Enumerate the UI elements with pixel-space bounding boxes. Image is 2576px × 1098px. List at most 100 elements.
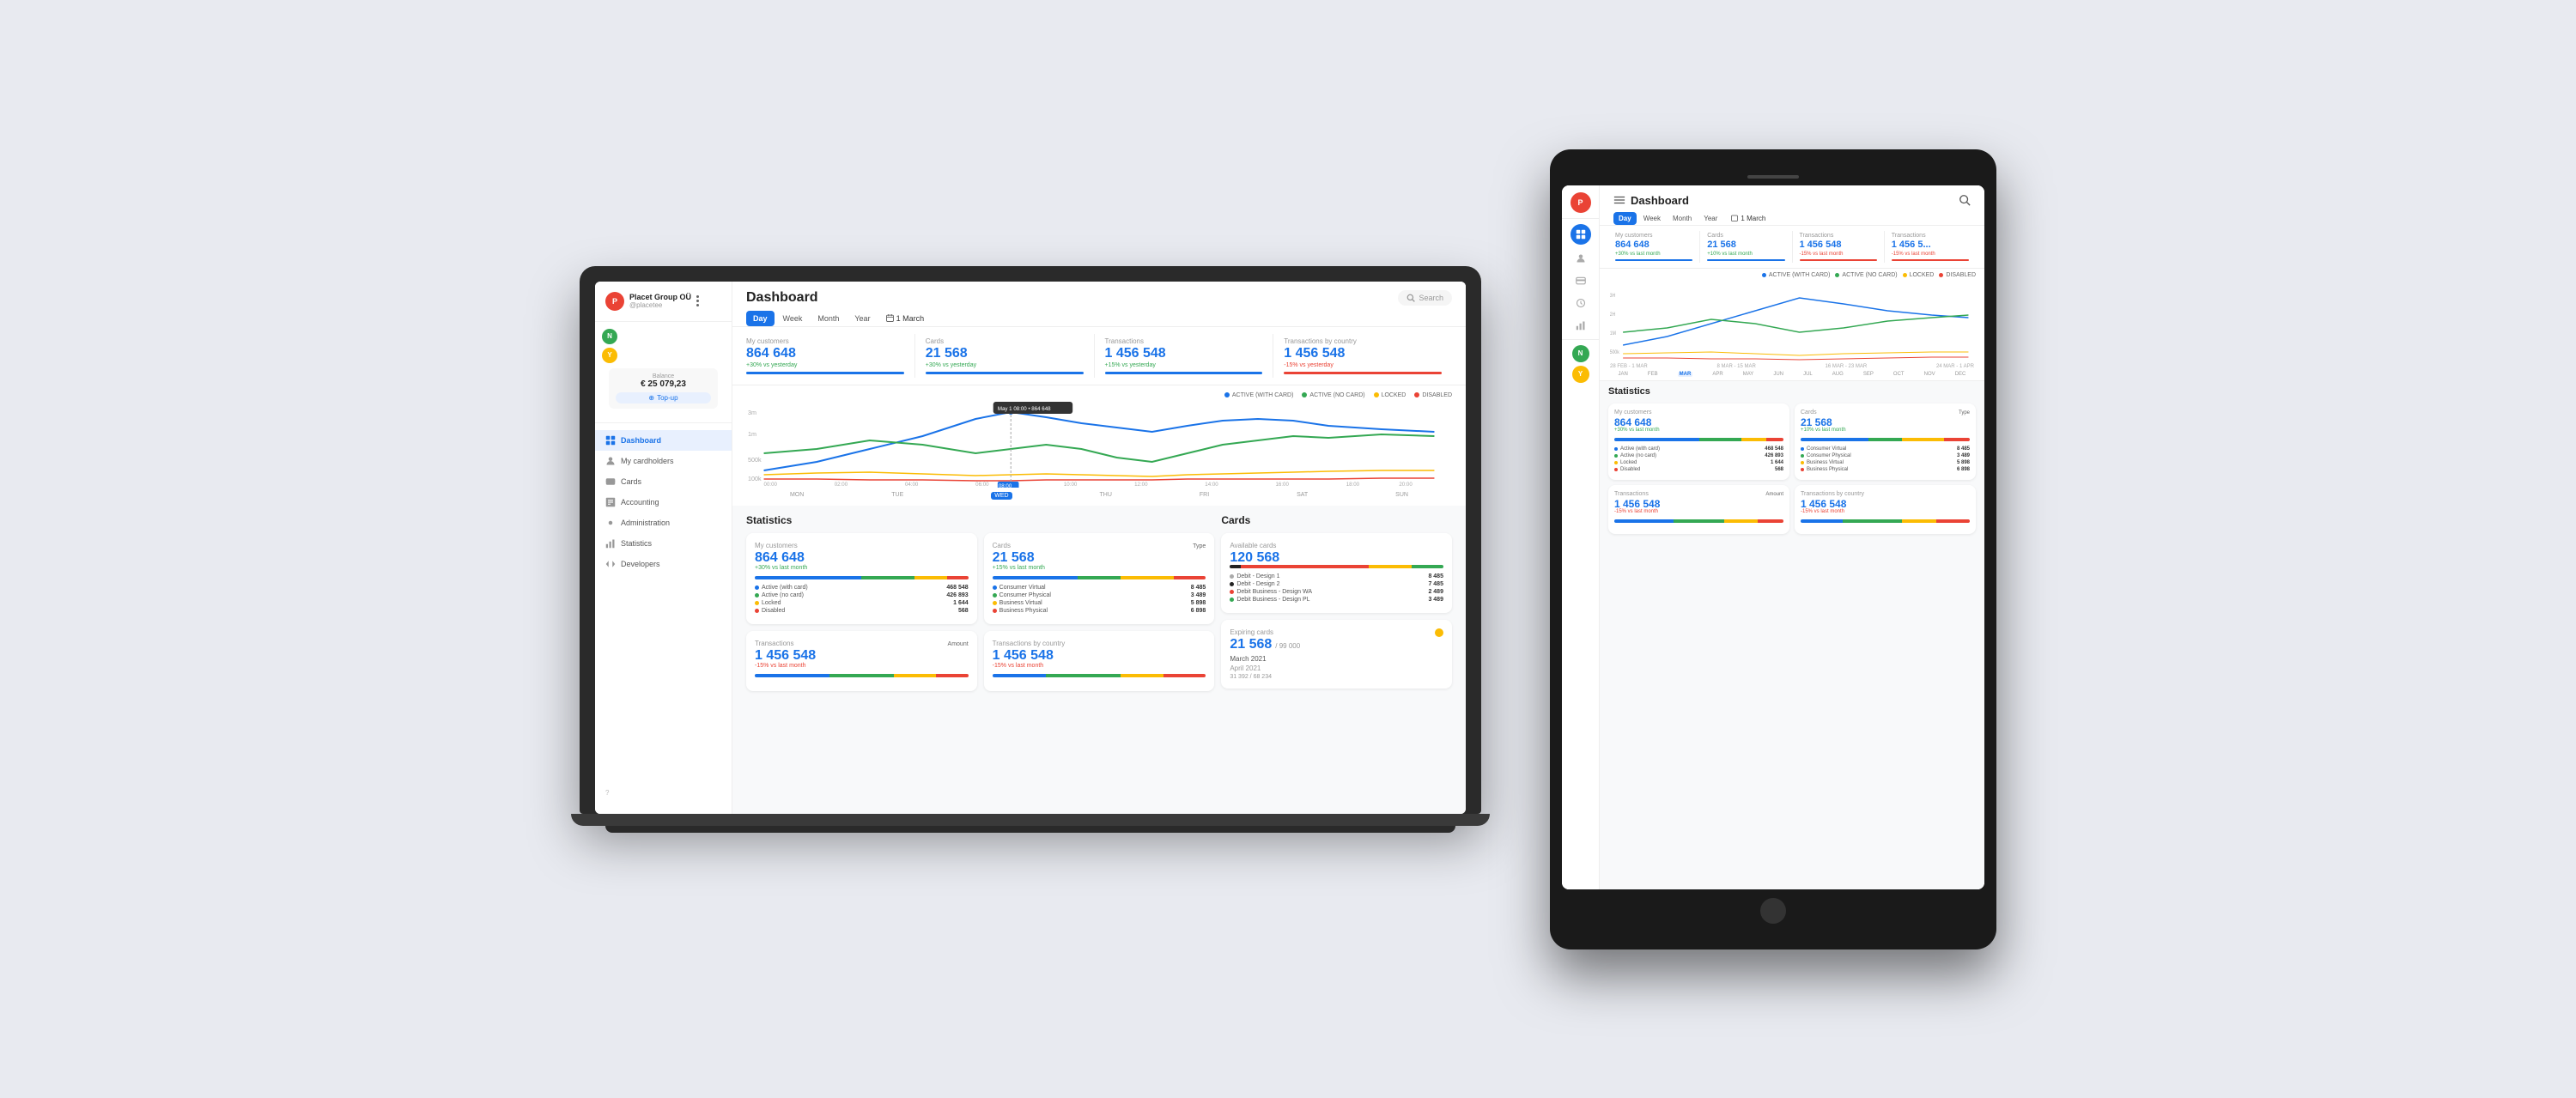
- tablet-chart-x-labels: 28 FEB - 1 MAR 8 MAR - 15 MAR 16 MAR - 2…: [1608, 364, 1976, 369]
- tablet-person-icon[interactable]: [1572, 250, 1589, 267]
- kpi-transactions: Transactions 1 456 548 +15% vs yesterday: [1095, 334, 1274, 378]
- svg-text:16:00: 16:00: [1276, 482, 1290, 488]
- tablet-apps-icon[interactable]: [1571, 224, 1591, 245]
- tablet-type-filter[interactable]: Type: [1951, 410, 1970, 416]
- tablet-chart-legend: ACTIVE (WITH CARD) ACTIVE (NO CARD) LOCK…: [1600, 269, 1984, 282]
- svg-text:00:00: 00:00: [764, 482, 778, 488]
- tablet-month-labels: JAN FEB MAR APR MAY JUN JUL AUG SEP OCT …: [1608, 372, 1976, 377]
- svg-text:20:00: 20:00: [1399, 482, 1413, 488]
- tablet-kpi-transactions: Transactions 1 456 548 -15% vs last mont…: [1793, 231, 1885, 263]
- tablet-tab-day[interactable]: Day: [1613, 212, 1637, 225]
- svg-text:May 1 08:00 • 864 648: May 1 08:00 • 864 648: [998, 406, 1051, 412]
- svg-text:500k: 500k: [748, 457, 762, 464]
- tablet-amount-filter[interactable]: Amount: [1758, 492, 1783, 498]
- tablet-sidebar: P: [1562, 185, 1600, 889]
- date-chip: 1 March: [886, 314, 925, 323]
- chart-legend: ACTIVE (WITH CARD) ACTIVE (NO CARD) LOCK…: [746, 392, 1452, 398]
- svg-text:12:00: 12:00: [1134, 482, 1148, 488]
- country-bar: [993, 674, 1206, 677]
- nav-accounting[interactable]: Accounting: [595, 492, 732, 513]
- svg-text:06:00: 06:00: [975, 482, 989, 488]
- customers-bar: [755, 576, 969, 579]
- tab-year[interactable]: Year: [848, 311, 877, 326]
- tablet-chart: 3H 2H 1M 500k 28 FEB - 1 MAR 8: [1600, 282, 1984, 381]
- svg-text:100k: 100k: [748, 476, 762, 482]
- nav-cards[interactable]: Cards: [595, 471, 732, 492]
- laptop-screen: P Placet Group OÜ @placetee N Y: [595, 282, 1466, 814]
- stat-transactions: Transactions Amount 1 456 548 -15% vs la…: [746, 631, 977, 691]
- stat-my-customers: My customers 864 648 +30% vs last month: [746, 533, 977, 624]
- help-link[interactable]: ?: [595, 782, 732, 804]
- tablet-page-title: Dashboard: [1631, 194, 1689, 207]
- svg-text:2H: 2H: [1610, 312, 1616, 317]
- company-handle: @placetee: [629, 301, 691, 309]
- svg-text:500k: 500k: [1610, 349, 1619, 355]
- tablet-card-icon[interactable]: [1572, 272, 1589, 289]
- page-title: Dashboard: [746, 290, 818, 306]
- svg-text:04:00: 04:00: [905, 482, 919, 488]
- tablet-chart-svg: 3H 2H 1M 500k: [1608, 285, 1976, 362]
- nav-administration[interactable]: Administration: [595, 513, 732, 533]
- avatar-n: N: [602, 329, 617, 344]
- available-cards-bar: [1230, 565, 1443, 568]
- chart-day-labels: MON TUE WED THU FRI SAT SUN: [746, 490, 1452, 501]
- svg-text:02:00: 02:00: [835, 482, 848, 488]
- tablet-stat-customers: My customers 864 648 +30% vs last month …: [1608, 403, 1789, 480]
- search-box[interactable]: Search: [1398, 290, 1452, 306]
- nav-statistics[interactable]: Statistics: [595, 533, 732, 554]
- svg-text:1m: 1m: [748, 431, 756, 438]
- kpi-row: My customers 864 648 +30% vs yesterday C…: [732, 327, 1466, 385]
- svg-text:08:00: 08:00: [999, 483, 1012, 488]
- tablet-avatar-n: N: [1572, 345, 1589, 362]
- line-chart-svg: 3m 1m 500k 100k: [746, 402, 1452, 488]
- kpi-my-customers: My customers 864 648 +30% vs yesterday: [746, 334, 915, 378]
- tablet-search-icon[interactable]: [1959, 194, 1971, 206]
- tablet-stats-section: Statistics My customers 864 648 +30% vs …: [1600, 381, 1984, 889]
- tablet-tab-bar: Day Week Month Year 1 March: [1600, 207, 1984, 226]
- tablet-kpi-country: Transactions 1 456 5... -15% vs last mon…: [1885, 231, 1976, 263]
- tablet-kpi-row: My customers 864 648 +30% vs last month …: [1600, 226, 1984, 269]
- tablet-grid-icon[interactable]: [1572, 317, 1589, 334]
- balance-box: Balance € 25 079,23 ⊕ Top-up: [609, 368, 718, 409]
- transactions-bar: [755, 674, 969, 677]
- cards-bar: [993, 576, 1206, 579]
- main-content: Dashboard Search Day Week Month Year: [732, 282, 1466, 814]
- tablet-tab-year[interactable]: Year: [1698, 212, 1722, 225]
- tablet-stat-transactions: Transactions Amount 1 456 548 -15% vs la…: [1608, 485, 1789, 534]
- type-filter[interactable]: Type: [1184, 543, 1206, 549]
- tablet-tab-week[interactable]: Week: [1638, 212, 1666, 225]
- topup-button[interactable]: ⊕ Top-up: [616, 392, 711, 403]
- tablet-kpi-customers: My customers 864 648 +30% vs last month: [1608, 231, 1700, 263]
- more-menu[interactable]: [696, 295, 710, 306]
- amount-filter[interactable]: Amount: [939, 640, 969, 647]
- tablet-screen: P: [1562, 185, 1984, 889]
- tablet-expand-icon[interactable]: [1572, 865, 1589, 883]
- topbar: Dashboard Search: [732, 282, 1466, 306]
- avatar-p: P: [605, 292, 624, 311]
- nav-developers[interactable]: Developers: [595, 554, 732, 574]
- line-chart-area: ACTIVE (WITH CARD) ACTIVE (NO CARD) LOCK…: [732, 385, 1466, 506]
- main-nav: Dashboard My cardholders Cards Acco: [595, 430, 732, 574]
- kpi-transactions-by-country: Transactions by country 1 456 548 -15% v…: [1273, 334, 1452, 378]
- svg-text:3m: 3m: [748, 409, 756, 416]
- avatar-y: Y: [602, 348, 617, 363]
- nav-dashboard[interactable]: Dashboard: [595, 430, 732, 451]
- tablet-date-chip: 1 March: [1731, 215, 1765, 222]
- kpi-cards: Cards 21 568 +30% vs yesterday: [915, 334, 1095, 378]
- nav-cardholders[interactable]: My cardholders: [595, 451, 732, 471]
- stat-transactions-by-country: Transactions by country 1 456 548 -15% v…: [984, 631, 1215, 691]
- tablet-stat-cards: Cards Type 21 568 +10% vs last month: [1795, 403, 1976, 480]
- stat-cards: Cards Type 21 568 +15% vs last month: [984, 533, 1215, 624]
- tablet-device: P: [1550, 149, 1996, 949]
- tablet-clock-icon[interactable]: [1572, 294, 1589, 312]
- svg-text:18:00: 18:00: [1346, 482, 1360, 488]
- expiring-cards: Expiring cards 21 568 / 99 000 March 202…: [1221, 620, 1452, 689]
- tablet-home-button[interactable]: [1760, 898, 1786, 924]
- company-header: P Placet Group OÜ @placetee: [595, 292, 732, 322]
- tablet-tab-month[interactable]: Month: [1668, 212, 1697, 225]
- tab-week[interactable]: Week: [776, 311, 810, 326]
- tab-month[interactable]: Month: [811, 311, 846, 326]
- stats-section: Statistics My customers 864 648 +30% vs …: [732, 506, 1466, 814]
- tab-day[interactable]: Day: [746, 311, 775, 326]
- tablet-camera: [1747, 175, 1799, 179]
